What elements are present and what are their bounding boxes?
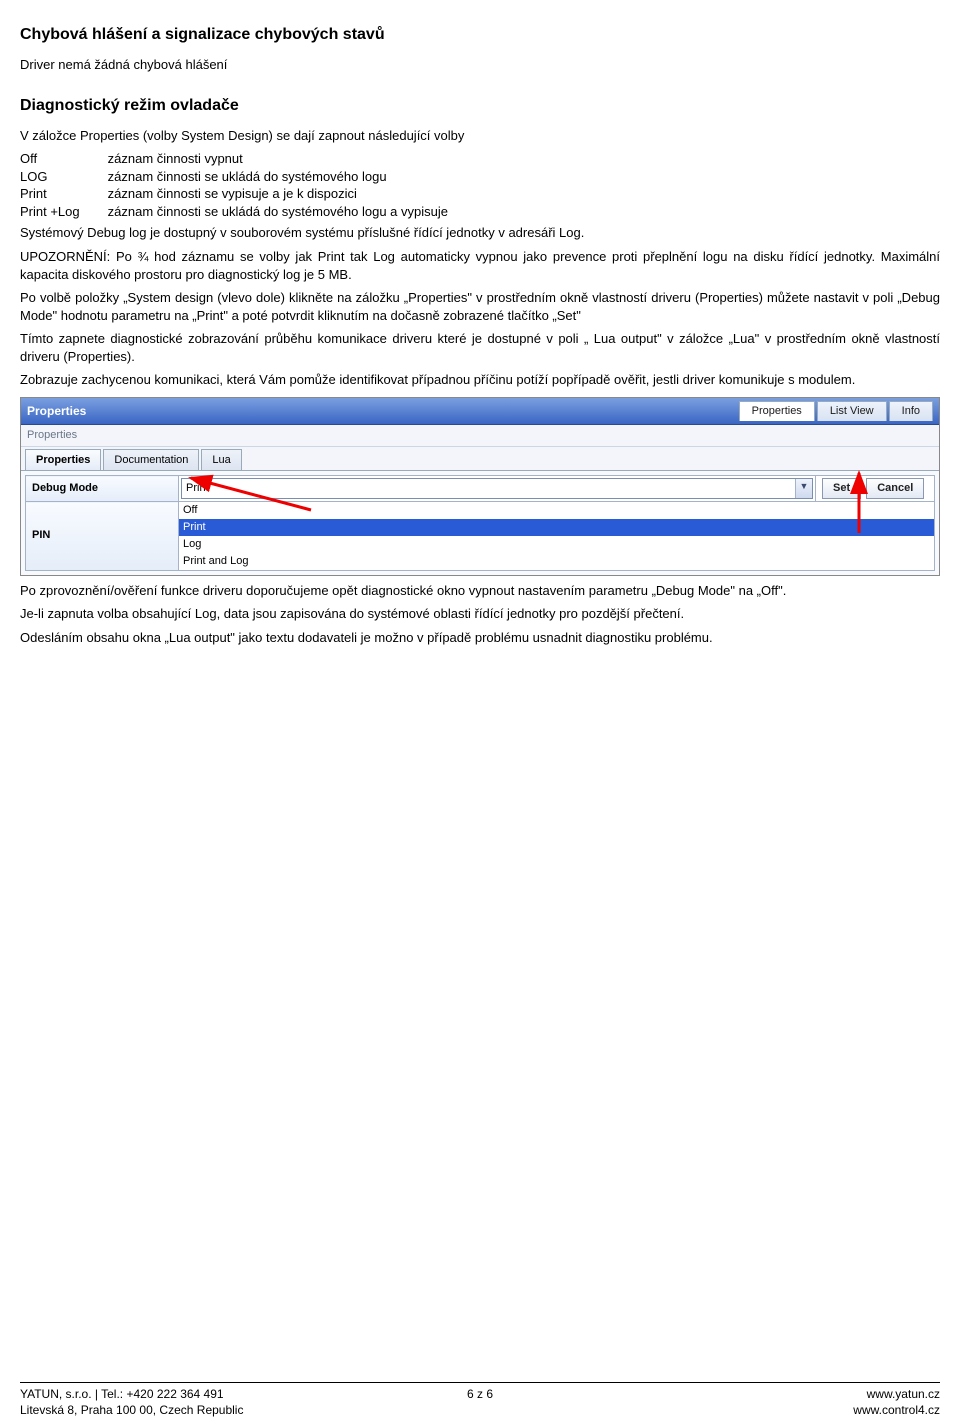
debug-mode-dropdown[interactable]: Off Print Log Print and Log — [179, 502, 934, 569]
properties-grid: Debug Mode Print ▼ Set Cancel PIN Off — [25, 475, 935, 570]
option-log[interactable]: Log — [179, 536, 934, 553]
properties-panel-screenshot: Properties Properties List View Info Pro… — [20, 397, 940, 576]
paragraph: Je-li zapnuta volba obsahující Log, data… — [20, 605, 940, 623]
panel-title: Properties — [27, 403, 86, 419]
paragraph: Po volbě položky „System design (vlevo d… — [20, 289, 940, 324]
def-value: záznam činnosti se ukládá do systémového… — [108, 203, 476, 221]
option-off[interactable]: Off — [179, 502, 934, 519]
sub-label-properties: Properties — [21, 425, 939, 447]
footer-company: YATUN, s.r.o. | Tel.: +420 222 364 491 — [20, 1386, 243, 1402]
def-key: Off — [20, 150, 108, 168]
row-label-debug-mode: Debug Mode — [26, 476, 179, 502]
heading-error-signaling: Chybová hlášení a signalizace chybových … — [20, 24, 940, 46]
paragraph-warning: UPOZORNĚNÍ: Po ¾ hod záznamu se volby ja… — [20, 248, 940, 283]
heading-diagnostic-mode: Diagnostický režim ovladače — [20, 95, 940, 117]
footer-address: Litevská 8, Praha 100 00, Czech Republic — [20, 1402, 243, 1418]
def-value: záznam činnosti se vypisuje a je k dispo… — [108, 185, 476, 203]
option-print-and-log[interactable]: Print and Log — [179, 553, 934, 570]
debug-mode-select[interactable]: Print ▼ — [181, 478, 813, 499]
paragraph: V záložce Properties (volby System Desig… — [20, 127, 940, 145]
cancel-button[interactable]: Cancel — [866, 478, 924, 499]
row-label-pin: PIN — [26, 502, 179, 570]
footer-url: www.control4.cz — [853, 1402, 940, 1418]
option-print[interactable]: Print — [179, 519, 934, 536]
definitions-table: Offzáznam činnosti vypnut LOGzáznam činn… — [20, 150, 476, 220]
paragraph: Odesláním obsahu okna „Lua output" jako … — [20, 629, 940, 647]
footer-url: www.yatun.cz — [853, 1386, 940, 1402]
subtab-lua[interactable]: Lua — [201, 449, 241, 471]
tab-properties[interactable]: Properties — [739, 401, 815, 421]
def-key: LOG — [20, 168, 108, 186]
def-key: Print +Log — [20, 203, 108, 221]
paragraph: Systémový Debug log je dostupný v soubor… — [20, 224, 940, 242]
def-value: záznam činnosti vypnut — [108, 150, 476, 168]
subtab-properties[interactable]: Properties — [25, 449, 101, 471]
tab-info[interactable]: Info — [889, 401, 933, 421]
page-footer: YATUN, s.r.o. | Tel.: +420 222 364 491 L… — [20, 1382, 940, 1418]
def-value: záznam činnosti se ukládá do systémového… — [108, 168, 476, 186]
paragraph: Driver nemá žádná chybová hlášení — [20, 56, 940, 74]
paragraph: Zobrazuje zachycenou komunikaci, která V… — [20, 371, 940, 389]
subtab-documentation[interactable]: Documentation — [103, 449, 199, 471]
chevron-down-icon[interactable]: ▼ — [795, 479, 812, 498]
page-number: 6 z 6 — [467, 1386, 493, 1402]
paragraph: Tímto zapnete diagnostické zobrazování p… — [20, 330, 940, 365]
tab-list-view[interactable]: List View — [817, 401, 887, 421]
def-key: Print — [20, 185, 108, 203]
set-button[interactable]: Set — [822, 478, 861, 499]
paragraph: Po zprovoznění/ověření funkce driveru do… — [20, 582, 940, 600]
debug-mode-value: Print — [182, 479, 795, 498]
